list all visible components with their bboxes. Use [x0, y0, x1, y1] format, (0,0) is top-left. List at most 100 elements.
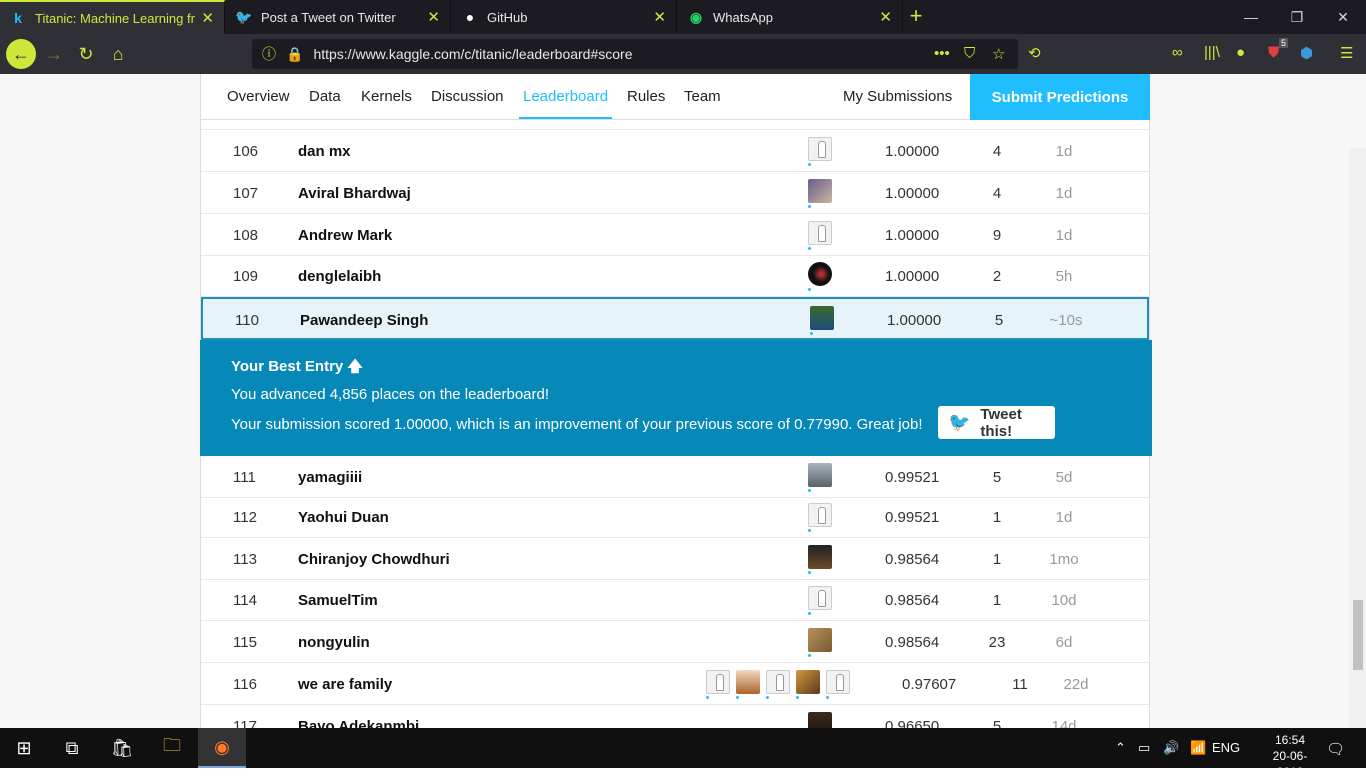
- language-indicator[interactable]: ENG: [1212, 740, 1240, 755]
- avatar[interactable]: [808, 262, 832, 286]
- last-submission-cell: 14d: [1051, 718, 1077, 728]
- team-name[interactable]: denglelaibh: [298, 268, 381, 285]
- close-icon[interactable]: ✕: [879, 8, 892, 26]
- notifications-icon[interactable]: 🗨: [1326, 740, 1345, 758]
- close-icon[interactable]: ✕: [427, 8, 440, 26]
- table-row[interactable]: 113 Chiranjoy Chowdhuri 0.98564 1 1mo: [201, 538, 1149, 580]
- avatar[interactable]: [808, 463, 832, 487]
- team-name[interactable]: Aviral Bhardwaj: [298, 185, 411, 202]
- forward-button[interactable]: →: [40, 40, 68, 68]
- table-row[interactable]: 114 SamuelTim 0.98564 1 10d: [201, 579, 1149, 621]
- reload-button[interactable]: ↻: [72, 40, 100, 68]
- mask-icon[interactable]: ∞: [1172, 44, 1183, 61]
- avatar[interactable]: [808, 221, 832, 245]
- restore-button[interactable]: ❐: [1274, 0, 1320, 34]
- submit-predictions-button[interactable]: Submit Predictions: [970, 74, 1150, 120]
- table-row[interactable]: 117 Bayo Adekanmbi 0.96650 5 14d: [201, 705, 1149, 728]
- team-name[interactable]: Chiranjoy Chowdhuri: [298, 551, 450, 568]
- team-name[interactable]: Bayo Adekanmbi: [298, 718, 419, 728]
- star-icon[interactable]: ☆: [992, 45, 1005, 63]
- scroll-thumb[interactable]: [1353, 600, 1363, 670]
- avatar[interactable]: [766, 670, 790, 694]
- table-row[interactable]: 107 Aviral Bhardwaj 1.00000 4 1d: [201, 172, 1149, 214]
- avatar[interactable]: [706, 670, 730, 694]
- more-icon[interactable]: •••: [934, 45, 950, 62]
- home-icon[interactable]: ⌂: [104, 40, 132, 68]
- tab-github[interactable]: ● GitHub ✕: [452, 0, 677, 34]
- team-name[interactable]: nongyulin: [298, 634, 370, 651]
- avatar[interactable]: [736, 670, 760, 694]
- tab-twitter[interactable]: 🐦 Post a Tweet on Twitter ✕: [226, 0, 451, 34]
- extension-icon[interactable]: ⬢: [1300, 44, 1313, 62]
- close-icon[interactable]: ✕: [653, 8, 666, 26]
- table-row[interactable]: 115 nongyulin 0.98564 23 6d: [201, 621, 1149, 663]
- avatar[interactable]: [808, 628, 832, 652]
- chevron-up-icon[interactable]: ⌃: [1115, 740, 1126, 756]
- tab-overview[interactable]: Overview: [227, 88, 290, 105]
- avatar[interactable]: [810, 306, 834, 330]
- pocket-icon[interactable]: ⛉: [964, 45, 975, 62]
- github-icon: ●: [465, 9, 475, 25]
- my-submissions-link[interactable]: My Submissions: [843, 88, 952, 105]
- table-row[interactable]: 111 yamagiiii 0.99521 5 5d: [201, 456, 1149, 498]
- tab-data[interactable]: Data: [309, 88, 341, 105]
- close-icon[interactable]: ✕: [201, 9, 214, 27]
- tab-discussion[interactable]: Discussion: [431, 88, 504, 105]
- new-tab-button[interactable]: +: [904, 4, 928, 28]
- tab-team[interactable]: Team: [684, 88, 721, 105]
- tab-kernels[interactable]: Kernels: [361, 88, 412, 105]
- avatar[interactable]: [808, 545, 832, 569]
- back-button[interactable]: ←: [6, 39, 36, 69]
- battery-icon[interactable]: ▭: [1138, 740, 1150, 756]
- url-bar[interactable]: ⓘ 🔒 https://www.kaggle.com/c/titanic/lea…: [252, 39, 1018, 69]
- scrollbar[interactable]: [1350, 148, 1366, 728]
- avatar[interactable]: [808, 137, 832, 161]
- tab-whatsapp[interactable]: ◉ WhatsApp ✕: [678, 0, 903, 34]
- tab-leaderboard[interactable]: Leaderboard: [519, 88, 613, 119]
- menu-icon[interactable]: ☰: [1340, 44, 1353, 62]
- task-view-icon[interactable]: ⧉: [48, 728, 96, 768]
- team-name[interactable]: Pawandeep Singh: [300, 312, 428, 329]
- library-icon[interactable]: |||\: [1204, 44, 1220, 61]
- avatar[interactable]: [808, 586, 832, 610]
- history-icon[interactable]: ⟲: [1028, 44, 1041, 62]
- last-submission-cell: 6d: [1055, 634, 1073, 651]
- tab-rules[interactable]: Rules: [627, 88, 665, 105]
- clock-date: 20-06-2019: [1272, 749, 1308, 779]
- competition-nav: Overview Data Kernels Discussion Leaderb…: [201, 74, 1150, 120]
- tweet-this-button[interactable]: 🐦 Tweet this!: [938, 406, 1055, 440]
- avatar[interactable]: [796, 670, 820, 694]
- volume-icon[interactable]: 🔊: [1163, 740, 1179, 756]
- table-row[interactable]: 109 denglelaibh 1.00000 2 5h: [201, 255, 1149, 297]
- team-name[interactable]: Yaohui Duan: [298, 509, 389, 526]
- minimize-button[interactable]: —: [1228, 0, 1274, 34]
- score-cell: 0.99521: [885, 469, 940, 486]
- team-name[interactable]: dan mx: [298, 143, 351, 160]
- team-name[interactable]: we are family: [298, 676, 392, 693]
- avatar[interactable]: [808, 503, 832, 527]
- url-text[interactable]: https://www.kaggle.com/c/titanic/leaderb…: [313, 46, 632, 62]
- tab-titanic[interactable]: k Titanic: Machine Learning from ✕: [0, 0, 225, 34]
- avatar[interactable]: [808, 712, 832, 728]
- table-row[interactable]: 106 dan mx 1.00000 4 1d: [201, 130, 1149, 172]
- tier-dot: [808, 529, 811, 532]
- table-row[interactable]: 112 Yaohui Duan 0.99521 1 1d: [201, 496, 1149, 538]
- account-icon[interactable]: ●: [1236, 44, 1245, 61]
- avatar[interactable]: [826, 670, 850, 694]
- clock[interactable]: 16:54 20-06-2019: [1260, 732, 1320, 780]
- avatar[interactable]: [808, 179, 832, 203]
- team-name[interactable]: Andrew Mark: [298, 227, 392, 244]
- team-name[interactable]: SamuelTim: [298, 592, 378, 609]
- close-window-button[interactable]: ✕: [1320, 0, 1366, 34]
- firefox-icon[interactable]: ◉: [198, 728, 246, 768]
- table-row[interactable]: 108 Andrew Mark 1.00000 9 1d: [201, 214, 1149, 256]
- windows-start-icon[interactable]: ⊞: [0, 728, 48, 768]
- my-leaderboard-row[interactable]: 110 Pawandeep Singh 1.00000 5 ~10s: [201, 297, 1149, 340]
- wifi-icon[interactable]: 📶: [1190, 740, 1206, 756]
- table-row[interactable]: 116 we are family 0.97607 11 22d: [201, 663, 1149, 705]
- team-name[interactable]: yamagiiii: [298, 469, 362, 486]
- info-icon[interactable]: ⓘ: [262, 44, 276, 64]
- ublock-icon[interactable]: ⛊: [1268, 44, 1279, 61]
- store-icon[interactable]: 🛍: [98, 728, 146, 768]
- file-explorer-icon[interactable]: 🗀: [148, 728, 196, 768]
